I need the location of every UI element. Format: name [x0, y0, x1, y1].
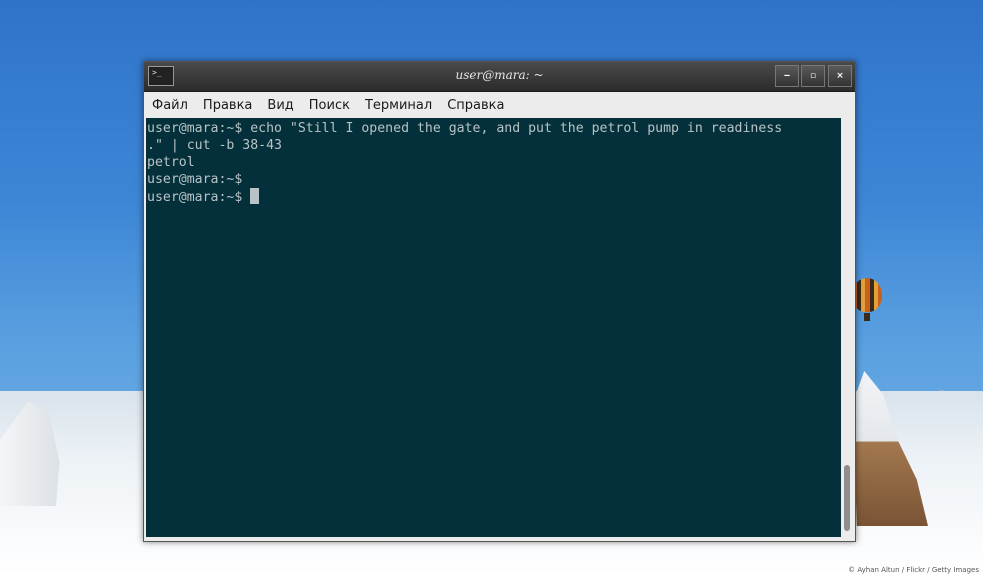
- window-titlebar[interactable]: >_ user@mara: ~ ‒ ▫ ×: [144, 62, 855, 92]
- terminal-line: ." | cut -b 38-43: [147, 138, 282, 153]
- menu-bar: Файл Правка Вид Поиск Терминал Справка: [144, 92, 855, 118]
- scrollbar-thumb[interactable]: [844, 465, 850, 531]
- terminal-window[interactable]: >_ user@mara: ~ ‒ ▫ × Файл Правка Вид По…: [143, 61, 856, 542]
- text-cursor: [250, 188, 260, 204]
- terminal-prompt-line: user@mara:~$: [147, 188, 841, 205]
- close-button[interactable]: ×: [828, 65, 852, 87]
- minimize-button[interactable]: ‒: [775, 65, 799, 87]
- terminal-scrollbar[interactable]: [841, 118, 853, 537]
- menu-view[interactable]: Вид: [267, 98, 293, 113]
- maximize-button[interactable]: ▫: [801, 65, 825, 87]
- hot-air-balloon: [852, 278, 882, 312]
- terminal-line: petrol: [147, 155, 195, 170]
- terminal-prompt: user@mara:~$: [147, 190, 251, 205]
- terminal-output[interactable]: user@mara:~$ echo "Still I opened the ga…: [146, 118, 841, 537]
- terminal-line: user@mara:~$: [147, 172, 243, 187]
- menu-help[interactable]: Справка: [447, 98, 504, 113]
- menu-search[interactable]: Поиск: [309, 98, 350, 113]
- terminal-line: user@mara:~$ echo "Still I opened the ga…: [147, 121, 783, 136]
- menu-edit[interactable]: Правка: [203, 98, 252, 113]
- window-title: user@mara: ~: [455, 68, 544, 82]
- menu-file[interactable]: Файл: [152, 98, 188, 113]
- wallpaper-credit: © Ayhan Altun / Flickr / Getty Images: [848, 566, 979, 574]
- menu-terminal[interactable]: Терминал: [365, 98, 432, 113]
- balloon-basket: [864, 313, 870, 321]
